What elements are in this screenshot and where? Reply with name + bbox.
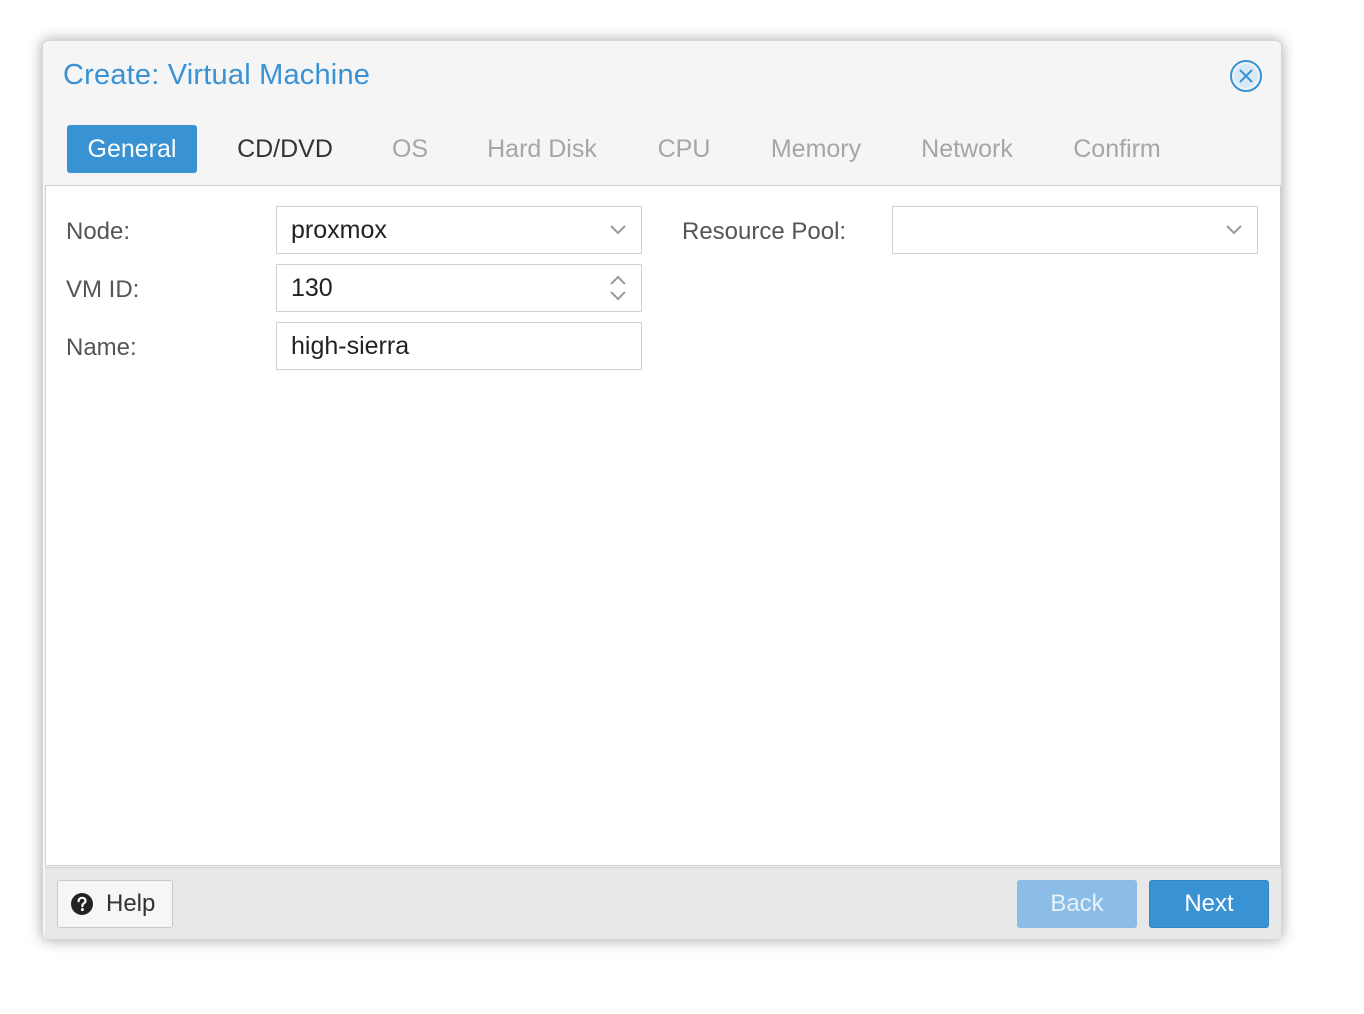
name-value: high-sierra [291,332,410,360]
vmid-value: 130 [291,274,333,302]
tab-cpu: CPU [657,135,711,163]
tab-confirm: Confirm [1073,135,1161,163]
name-field[interactable]: high-sierra [276,322,642,370]
node-label: Node: [66,218,131,245]
tab-hard-disk: Hard Disk [487,135,597,163]
tab-os: OS [391,135,429,163]
resource-pool-select[interactable] [892,206,1258,254]
tab-memory: Memory [770,135,862,163]
tab-cd-dvd[interactable]: CD/DVD [217,125,353,173]
create-vm-dialog: Create: Virtual Machine General CD/DVD O… [42,40,1282,940]
next-button[interactable]: Next [1149,880,1269,928]
back-button[interactable]: Back [1017,880,1137,928]
vmid-label: VM ID: [66,276,140,303]
close-icon [1230,60,1262,92]
name-label: Name: [66,334,137,361]
question-circle-icon [71,893,93,915]
chevron-down-icon[interactable] [1219,215,1249,245]
dialog-footer: Help Back Next [45,867,1281,939]
general-panel: Node: proxmox VM ID: 130 Name: high-sier… [45,185,1281,866]
close-button[interactable] [1229,59,1263,93]
resource-pool-label: Resource Pool: [682,218,847,245]
dialog-title: Create: Virtual Machine [63,59,371,91]
chevron-down-icon[interactable] [603,215,633,245]
node-value: proxmox [291,216,387,244]
tab-general[interactable]: General [67,125,197,173]
spinner-icon[interactable] [603,273,633,303]
tab-network: Network [921,135,1013,163]
node-select[interactable]: proxmox [276,206,642,254]
help-button[interactable]: Help [57,880,173,928]
vmid-spinner[interactable]: 130 [276,264,642,312]
help-label: Help [106,890,156,917]
